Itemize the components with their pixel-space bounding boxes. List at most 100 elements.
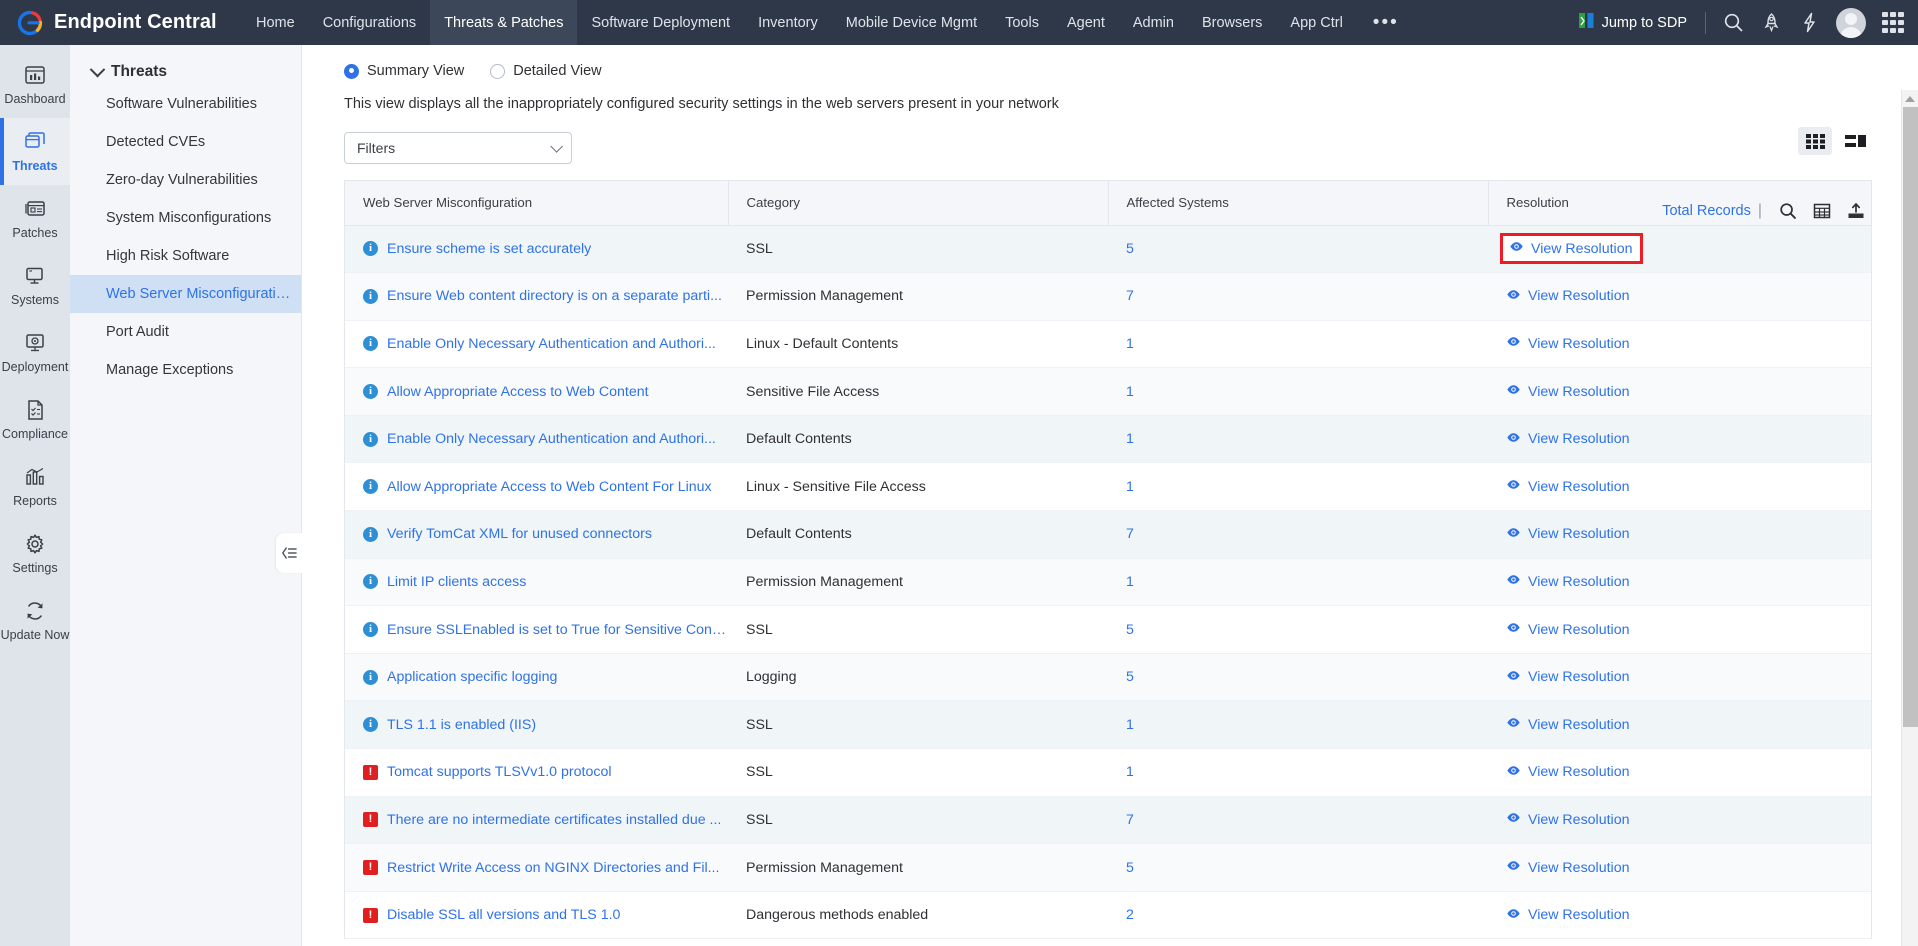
misconfiguration-link[interactable]: Limit IP clients access	[387, 574, 526, 590]
affected-systems-link[interactable]: 7	[1126, 812, 1134, 828]
rail-item-compliance[interactable]: Compliance	[0, 386, 70, 453]
affected-systems-link[interactable]: 1	[1126, 764, 1134, 780]
column-header-web-server-misconfiguration[interactable]: Web Server Misconfiguration	[345, 181, 728, 225]
table-row[interactable]: !There are no intermediate certificates …	[345, 796, 1871, 844]
affected-systems-link[interactable]: 1	[1126, 384, 1134, 400]
vertical-scrollbar[interactable]	[1901, 90, 1918, 946]
filters-dropdown[interactable]: Filters	[344, 132, 572, 164]
submenu-item-manage-exceptions[interactable]: Manage Exceptions	[70, 351, 301, 389]
rail-item-settings[interactable]: Settings	[0, 520, 70, 587]
rail-item-reports[interactable]: Reports	[0, 453, 70, 520]
nav-inventory[interactable]: Inventory	[744, 0, 832, 45]
radio-summary-view-input[interactable]	[344, 64, 359, 79]
misconfiguration-link[interactable]: There are no intermediate certificates i…	[387, 812, 721, 828]
rocket-icon[interactable]	[1752, 0, 1790, 45]
brand[interactable]: Endpoint Central	[0, 9, 242, 37]
rail-item-systems[interactable]: Systems	[0, 252, 70, 319]
view-resolution-link[interactable]: View Resolution	[1506, 907, 1629, 924]
misconfiguration-link[interactable]: Ensure scheme is set accurately	[387, 241, 591, 257]
misconfiguration-link[interactable]: Ensure Web content directory is on a sep…	[387, 288, 722, 304]
view-resolution-link[interactable]: View Resolution	[1506, 431, 1629, 448]
submenu-item-zero-day-vulnerabilities[interactable]: Zero-day Vulnerabilities	[70, 161, 301, 199]
nav-tools[interactable]: Tools	[991, 0, 1053, 45]
table-row[interactable]: iTLS 1.1 is enabled (IIS)SSL1View Resolu…	[345, 701, 1871, 749]
affected-systems-link[interactable]: 5	[1126, 241, 1134, 257]
misconfiguration-link[interactable]: TLS 1.1 is enabled (IIS)	[387, 717, 536, 733]
nav-home[interactable]: Home	[242, 0, 309, 45]
view-resolution-link[interactable]: View Resolution	[1506, 811, 1629, 828]
view-resolution-link-highlighted[interactable]: View Resolution	[1500, 233, 1643, 264]
submenu-item-port-audit[interactable]: Port Audit	[70, 313, 301, 351]
table-row[interactable]: iEnsure SSLEnabled is set to True for Se…	[345, 606, 1871, 654]
view-resolution-link[interactable]: View Resolution	[1506, 716, 1629, 733]
nav-configurations[interactable]: Configurations	[309, 0, 431, 45]
search-icon[interactable]	[1772, 198, 1804, 224]
misconfiguration-link[interactable]: Allow Appropriate Access to Web Content	[387, 384, 649, 400]
total-records-link[interactable]: Total Records	[1662, 203, 1751, 219]
misconfiguration-link[interactable]: Enable Only Necessary Authentication and…	[387, 431, 716, 447]
affected-systems-link[interactable]: 7	[1126, 526, 1134, 542]
misconfiguration-link[interactable]: Tomcat supports TLSVv1.0 protocol	[387, 764, 611, 780]
affected-systems-link[interactable]: 1	[1126, 717, 1134, 733]
lightning-icon[interactable]	[1790, 0, 1828, 45]
table-row[interactable]: iAllow Appropriate Access to Web Content…	[345, 368, 1871, 416]
misconfiguration-link[interactable]: Disable SSL all versions and TLS 1.0	[387, 907, 620, 923]
rail-item-threats[interactable]: Threats	[0, 118, 70, 185]
table-row[interactable]: !Disable SSL all versions and TLS 1.0Dan…	[345, 891, 1871, 939]
table-row[interactable]: !Tomcat supports TLSVv1.0 protocolSSL1Vi…	[345, 749, 1871, 797]
rail-item-dashboard[interactable]: Dashboard	[0, 51, 70, 118]
jump-to-sdp-button[interactable]: Jump to SDP	[1568, 12, 1697, 34]
avatar[interactable]	[1836, 8, 1866, 38]
submenu-item-web-server-misconfiguration[interactable]: Web Server Misconfiguration	[70, 275, 301, 313]
table-row[interactable]: iEnsure Web content directory is on a se…	[345, 273, 1871, 321]
misconfiguration-link[interactable]: Application specific logging	[387, 669, 557, 685]
list-view-toggle[interactable]	[1838, 127, 1872, 155]
scroll-up-arrow[interactable]	[1902, 90, 1918, 107]
scrollbar-thumb[interactable]	[1903, 107, 1918, 727]
table-row[interactable]: iEnsure scheme is set accuratelySSL5View…	[345, 225, 1871, 273]
table-row[interactable]: iEnable Only Necessary Authentication an…	[345, 415, 1871, 463]
submenu-item-detected-cves[interactable]: Detected CVEs	[70, 123, 301, 161]
submenu-item-high-risk-software[interactable]: High Risk Software	[70, 237, 301, 275]
affected-systems-link[interactable]: 1	[1126, 336, 1134, 352]
affected-systems-link[interactable]: 1	[1126, 574, 1134, 590]
grid-view-toggle[interactable]	[1798, 127, 1832, 155]
view-resolution-link[interactable]: View Resolution	[1506, 288, 1629, 305]
affected-systems-link[interactable]: 5	[1126, 860, 1134, 876]
table-row[interactable]: iLimit IP clients accessPermission Manag…	[345, 558, 1871, 606]
nav-agent[interactable]: Agent	[1053, 0, 1119, 45]
table-row[interactable]: !Restrict Write Access on NGINX Director…	[345, 844, 1871, 892]
radio-detailed-view[interactable]: Detailed View	[490, 63, 601, 79]
table-row[interactable]: iApplication specific loggingLogging5Vie…	[345, 653, 1871, 701]
radio-detailed-view-input[interactable]	[490, 64, 505, 79]
column-header-affected-systems[interactable]: Affected Systems	[1108, 181, 1488, 225]
view-resolution-link[interactable]: View Resolution	[1506, 859, 1629, 876]
nav-mobile-device-mgmt[interactable]: Mobile Device Mgmt	[832, 0, 991, 45]
table-row[interactable]: iEnable Only Necessary Authentication an…	[345, 320, 1871, 368]
nav-browsers[interactable]: Browsers	[1188, 0, 1276, 45]
affected-systems-link[interactable]: 1	[1126, 431, 1134, 447]
affected-systems-link[interactable]: 2	[1126, 907, 1134, 923]
rail-item-patches[interactable]: Patches	[0, 185, 70, 252]
misconfiguration-link[interactable]: Allow Appropriate Access to Web Content …	[387, 479, 712, 495]
view-resolution-link[interactable]: View Resolution	[1506, 383, 1629, 400]
view-resolution-link[interactable]: View Resolution	[1506, 669, 1629, 686]
misconfiguration-link[interactable]: Enable Only Necessary Authentication and…	[387, 336, 716, 352]
nav-software-deployment[interactable]: Software Deployment	[577, 0, 744, 45]
affected-systems-link[interactable]: 5	[1126, 669, 1134, 685]
column-header-category[interactable]: Category	[728, 181, 1108, 225]
radio-summary-view[interactable]: Summary View	[344, 63, 464, 79]
misconfiguration-link[interactable]: Restrict Write Access on NGINX Directori…	[387, 860, 719, 876]
app-grid-icon[interactable]	[1874, 0, 1912, 45]
table-row[interactable]: iAllow Appropriate Access to Web Content…	[345, 463, 1871, 511]
view-resolution-link[interactable]: View Resolution	[1506, 621, 1629, 638]
nav-threats-and-patches[interactable]: Threats & Patches	[430, 0, 577, 45]
rail-item-deployment[interactable]: Deployment	[0, 319, 70, 386]
rail-item-update-now[interactable]: Update Now	[0, 587, 70, 654]
affected-systems-link[interactable]: 5	[1126, 622, 1134, 638]
nav-more-icon[interactable]: •••	[1357, 0, 1415, 45]
nav-app-ctrl[interactable]: App Ctrl	[1276, 0, 1356, 45]
submenu-item-system-misconfigurations[interactable]: System Misconfigurations	[70, 199, 301, 237]
table-row[interactable]: iVerify TomCat XML for unused connectors…	[345, 511, 1871, 559]
nav-admin[interactable]: Admin	[1119, 0, 1188, 45]
